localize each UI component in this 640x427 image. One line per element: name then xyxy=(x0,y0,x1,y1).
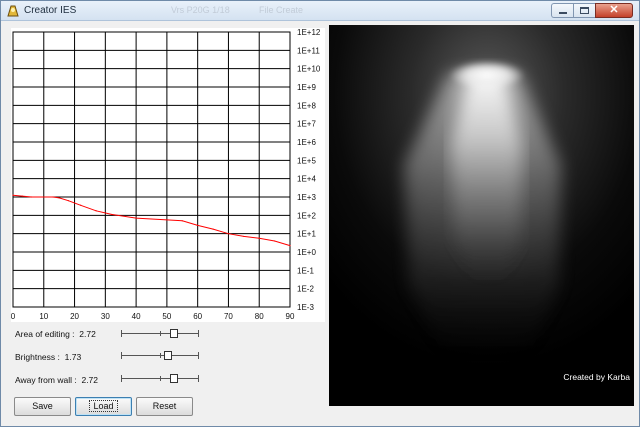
y-tick-label: 1E+10 xyxy=(297,65,321,74)
x-tick-label: 80 xyxy=(255,312,264,321)
maximize-icon xyxy=(580,7,589,14)
x-tick-label: 90 xyxy=(286,312,295,321)
data-point xyxy=(80,204,82,206)
data-point xyxy=(181,220,183,222)
minimize-icon xyxy=(559,12,567,14)
data-point xyxy=(58,197,60,199)
y-tick-label: 1E+3 xyxy=(297,193,316,202)
light-cone-render xyxy=(329,25,634,406)
data-point xyxy=(258,237,260,239)
y-tick-label: 1E+8 xyxy=(297,101,316,110)
y-tick-label: 1E+12 xyxy=(297,28,321,37)
x-tick-label: 50 xyxy=(162,312,171,321)
data-point xyxy=(110,213,113,216)
y-tick-label: 1E-3 xyxy=(297,303,314,312)
area-of-editing-slider[interactable] xyxy=(121,328,199,340)
slider-thumb[interactable] xyxy=(170,329,179,338)
slider-thumb[interactable] xyxy=(170,374,179,383)
data-point xyxy=(30,196,33,198)
data-point xyxy=(227,233,230,235)
brightness-label: Brightness : 1.73 xyxy=(15,352,82,362)
plot-frame xyxy=(12,31,291,308)
y-tick-label: 1E+4 xyxy=(297,175,316,184)
y-tick-label: 1E+1 xyxy=(297,230,316,239)
data-point xyxy=(274,240,276,242)
y-tick-label: 1E-1 xyxy=(297,266,314,275)
reset-button[interactable]: Reset xyxy=(136,397,193,416)
data-point xyxy=(95,210,97,212)
data-point xyxy=(52,196,54,198)
x-tick-label: 0 xyxy=(11,312,16,321)
y-tick-label: 1E+6 xyxy=(297,138,316,147)
maximize-button[interactable] xyxy=(573,3,595,18)
y-tick-label: 1E+0 xyxy=(297,248,316,257)
close-icon: ✕ xyxy=(609,4,619,16)
y-tick-label: 1E-2 xyxy=(297,285,314,294)
brightness-slider[interactable] xyxy=(121,350,199,362)
data-point xyxy=(243,235,245,238)
y-tick-label: 1E+9 xyxy=(297,83,316,92)
window-title: Creator IES xyxy=(24,5,77,16)
data-point xyxy=(212,228,214,230)
x-tick-label: 70 xyxy=(224,312,233,321)
data-point xyxy=(12,194,14,196)
away-from-wall-label: Away from wall : 2.72 xyxy=(15,375,99,385)
data-point xyxy=(289,244,291,247)
save-button[interactable]: Save xyxy=(14,397,71,416)
away-from-wall-slider[interactable] xyxy=(121,373,199,385)
data-point xyxy=(197,224,199,227)
y-tick-label: 1E+11 xyxy=(297,46,320,55)
x-tick-label: 40 xyxy=(132,312,141,321)
x-tick-label: 30 xyxy=(101,312,110,321)
chart-canvas[interactable]: 0 10 20 30 40 50 60 70 80 90 1E+12 1E+11 1E+10 1E+9 1E… xyxy=(11,28,325,322)
intensity-chart[interactable]: 0 10 20 30 40 50 60 70 80 90 1E+12 1E+11 1E+10 1E+9 1E… xyxy=(11,28,325,322)
background-text-1: Vrs P20G 1/18 xyxy=(171,5,230,15)
x-tick-label: 20 xyxy=(70,312,79,321)
data-point xyxy=(166,219,168,221)
data-point xyxy=(67,200,69,202)
data-point xyxy=(21,195,23,197)
load-button[interactable]: Load xyxy=(75,397,132,416)
credit-text: Created by Karba xyxy=(563,372,630,382)
light-preview: Created by Karba xyxy=(329,25,634,406)
area-of-editing-label: Area of editing : 2.72 xyxy=(15,329,96,339)
y-tick-label: 1E+2 xyxy=(297,211,316,220)
minimize-button[interactable] xyxy=(551,3,573,18)
series-line xyxy=(12,194,291,247)
x-tick-label: 60 xyxy=(193,312,202,321)
y-tick-label: 1E+7 xyxy=(297,120,316,129)
window-controls: ✕ xyxy=(551,3,633,18)
app-window: Creator IES Vrs P20G 1/18 File Create ✕ … xyxy=(0,0,640,427)
data-point xyxy=(135,217,137,219)
slider-thumb[interactable] xyxy=(163,351,172,360)
app-icon xyxy=(7,5,19,17)
y-tick-label: 1E+5 xyxy=(297,156,316,165)
title-bar[interactable]: Creator IES Vrs P20G 1/18 File Create ✕ xyxy=(1,1,639,21)
x-tick-label: 10 xyxy=(39,312,48,321)
background-text-2: File Create xyxy=(259,5,304,15)
close-button[interactable]: ✕ xyxy=(595,3,633,18)
